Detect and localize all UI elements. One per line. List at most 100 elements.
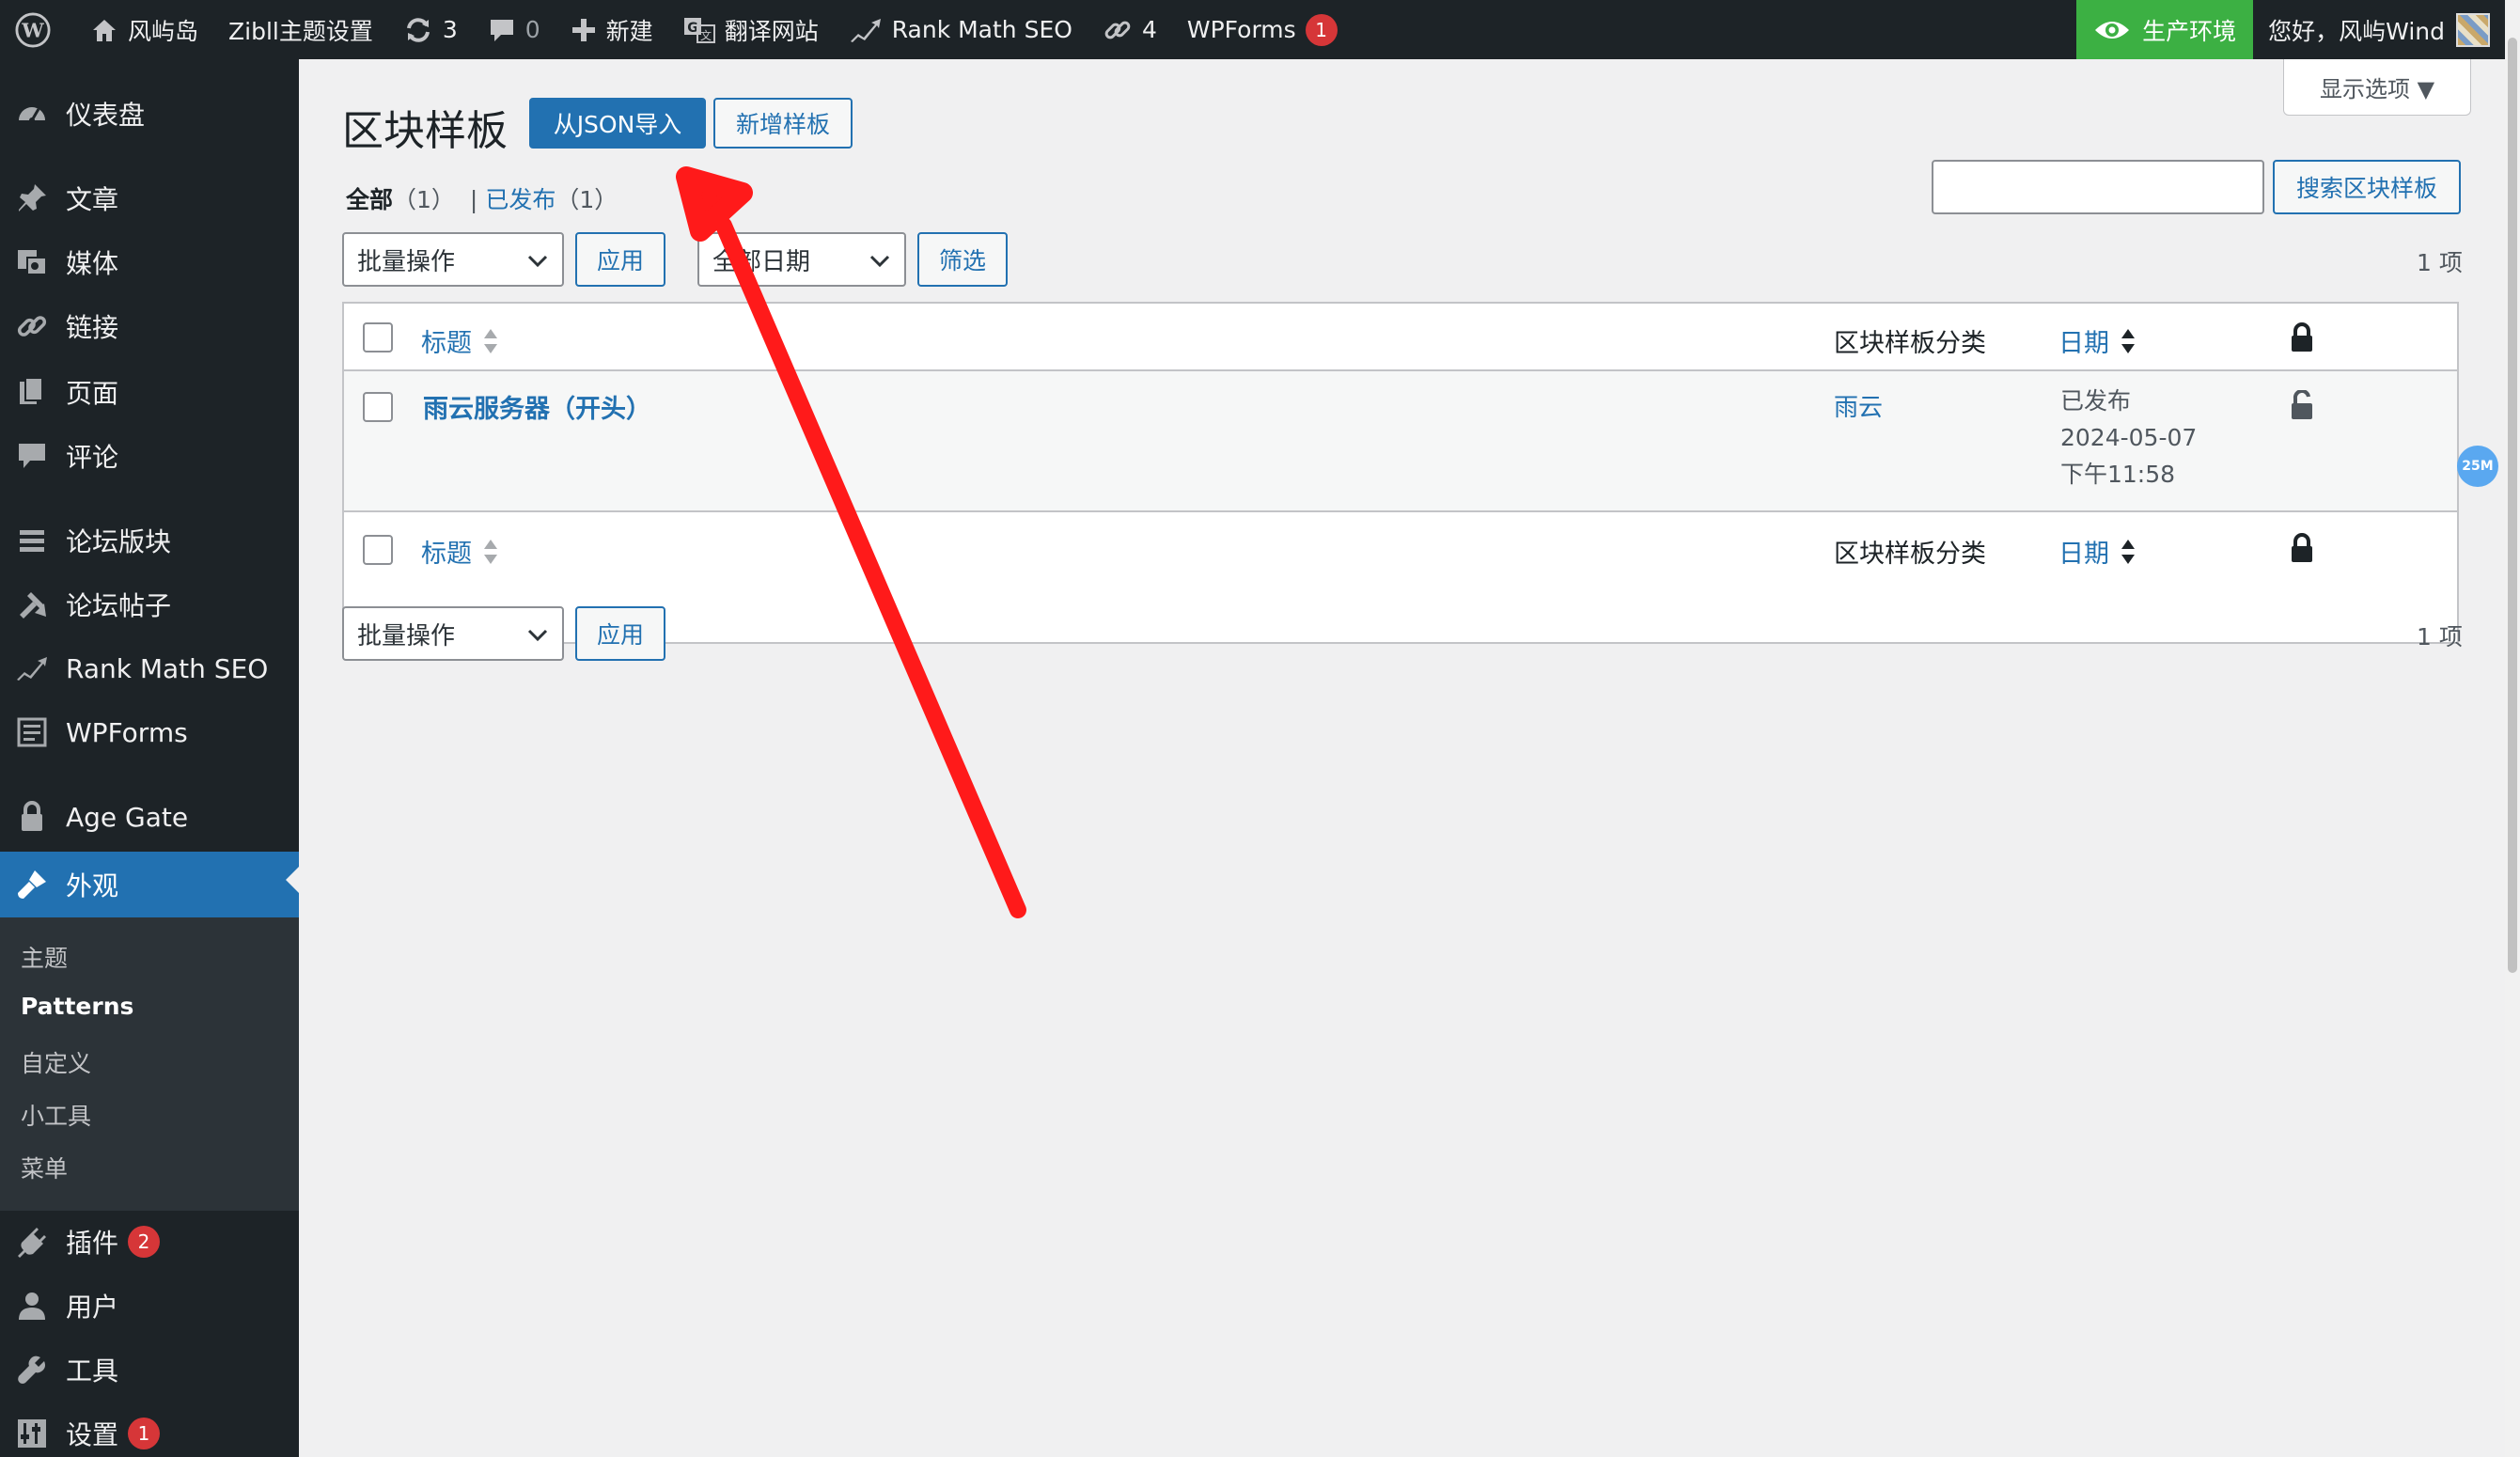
row-time: 下午11:58 xyxy=(2060,461,2176,488)
sidebar-item-appearance[interactable]: 外观 xyxy=(0,852,299,917)
translate-link[interactable]: G文 翻译网站 xyxy=(668,0,834,59)
avatar xyxy=(2456,12,2490,47)
comment-icon xyxy=(15,439,49,473)
admin-bar: W 风屿岛 Zibll主题设置 3 0 新建 G文 翻译网站 Rank Math… xyxy=(0,0,2505,59)
filter-button[interactable]: 筛选 xyxy=(917,232,1008,287)
sidebar-item-forums[interactable]: 论坛版块 xyxy=(0,512,299,569)
wpforms-link[interactable]: WPForms 1 xyxy=(1172,0,1353,59)
main-content: 显示选项 ▼ 区块样板 从JSON导入 新增样板 全部（1） | 已发布（1） 搜… xyxy=(299,59,2505,1457)
home-icon xyxy=(93,19,116,41)
sidebar-item-label: Age Gate xyxy=(66,801,189,833)
row-category-link[interactable]: 雨云 xyxy=(1834,388,1883,423)
column-date[interactable]: 日期 xyxy=(2058,322,2136,359)
search-input[interactable] xyxy=(1932,160,2264,214)
plugin-icon xyxy=(15,1225,49,1259)
patterns-table: 标题 区块样板分类 日期 雨云服务器（开头） 雨云 已发布 2024-05-07… xyxy=(342,302,2459,644)
appearance-submenu: 主题 Patterns 自定义 小工具 菜单 xyxy=(0,917,299,1211)
lock-icon xyxy=(2292,533,2312,562)
row-title-link[interactable]: 雨云服务器（开头） xyxy=(423,388,651,425)
table-footer: 标题 区块样板分类 日期 xyxy=(344,514,2457,582)
refresh-icon xyxy=(406,17,430,42)
environment-badge[interactable]: 生产环境 xyxy=(2076,0,2254,59)
submenu-themes[interactable]: 主题 xyxy=(21,940,68,974)
translate-icon: G文 xyxy=(683,17,715,43)
filter-all[interactable]: 全部 xyxy=(346,186,393,213)
column-date-footer[interactable]: 日期 xyxy=(2058,533,2136,570)
bulk-actions-value: 批量操作 xyxy=(357,621,456,650)
sidebar-item-media[interactable]: 媒体 xyxy=(0,234,299,290)
site-name-link[interactable]: 风屿岛 xyxy=(75,0,213,59)
links-link[interactable]: 4 xyxy=(1088,0,1172,59)
brush-icon xyxy=(15,868,49,901)
sidebar-item-rankmath[interactable]: Rank Math SEO xyxy=(0,640,299,697)
import-json-button[interactable]: 从JSON导入 xyxy=(529,98,706,149)
updates-link[interactable]: 3 xyxy=(388,0,473,59)
apply-button-bottom[interactable]: 应用 xyxy=(575,606,665,661)
submenu-customize[interactable]: 自定义 xyxy=(21,1045,91,1079)
sidebar-item-label: 评论 xyxy=(66,442,119,473)
pin-icon xyxy=(15,181,49,215)
links-count: 4 xyxy=(1141,16,1157,43)
sidebar-item-forum-posts[interactable]: 论坛帖子 xyxy=(0,576,299,633)
scrollbar[interactable] xyxy=(2505,0,2520,1457)
wordpress-logo[interactable]: W xyxy=(0,0,75,59)
my-account-link[interactable]: 您好，风屿Wind xyxy=(2253,0,2505,59)
sidebar-item-tools[interactable]: 工具 xyxy=(0,1341,299,1398)
sidebar-item-links[interactable]: 链接 xyxy=(0,298,299,354)
link-icon xyxy=(15,309,49,343)
search-patterns-button[interactable]: 搜索区块样板 xyxy=(2273,160,2461,214)
translate-label: 翻译网站 xyxy=(724,17,819,45)
settings-badge: 1 xyxy=(128,1418,161,1449)
filter-published[interactable]: 已发布 xyxy=(485,186,556,213)
media-icon xyxy=(15,245,49,279)
rankmath-icon xyxy=(850,18,881,42)
sidebar-item-comments[interactable]: 评论 xyxy=(0,428,299,484)
sidebar-item-age-gate[interactable]: Age Gate xyxy=(0,789,299,845)
theme-settings-link[interactable]: Zibll主题设置 xyxy=(213,0,388,59)
memory-badge[interactable]: 25M xyxy=(2457,446,2498,487)
page-icon xyxy=(15,375,49,409)
comments-link[interactable]: 0 xyxy=(473,0,556,59)
submenu-menus[interactable]: 菜单 xyxy=(21,1151,68,1184)
sidebar-item-label: 页面 xyxy=(66,378,119,409)
submenu-patterns[interactable]: Patterns xyxy=(21,993,133,1020)
chevron-down-icon xyxy=(869,255,890,268)
sidebar-item-users[interactable]: 用户 xyxy=(0,1277,299,1334)
sort-icon xyxy=(484,539,497,564)
lock-icon xyxy=(2292,322,2312,352)
table-header: 标题 区块样板分类 日期 xyxy=(344,304,2457,371)
bulk-actions-select-bottom[interactable]: 批量操作 xyxy=(342,606,564,661)
column-title-footer[interactable]: 标题 xyxy=(421,533,498,570)
screen-options-button[interactable]: 显示选项 ▼ xyxy=(2283,59,2471,116)
column-date-label: 日期 xyxy=(2058,329,2109,358)
sidebar-item-label: 工具 xyxy=(66,1355,119,1386)
row-checkbox[interactable] xyxy=(363,392,393,422)
sidebar-item-pages[interactable]: 页面 xyxy=(0,364,299,420)
column-title[interactable]: 标题 xyxy=(421,322,498,359)
date-filter-select[interactable]: 全部日期 xyxy=(697,232,906,287)
sidebar-item-posts[interactable]: 文章 xyxy=(0,170,299,227)
forum-icon xyxy=(15,524,49,557)
select-all-checkbox[interactable] xyxy=(363,322,393,352)
rankmath-label: Rank Math SEO xyxy=(891,16,1072,43)
submenu-widgets[interactable]: 小工具 xyxy=(21,1098,91,1132)
sidebar-item-plugins[interactable]: 插件 2 xyxy=(0,1214,299,1270)
row-date: 已发布 2024-05-07 下午11:58 xyxy=(2060,383,2197,493)
scrollbar-thumb[interactable] xyxy=(2508,38,2517,973)
apply-button-top[interactable]: 应用 xyxy=(575,232,665,287)
rankmath-link[interactable]: Rank Math SEO xyxy=(834,0,1088,59)
comments-count: 0 xyxy=(524,16,540,43)
sort-icon xyxy=(484,328,497,353)
chevron-down-icon xyxy=(527,255,548,268)
plugins-badge: 2 xyxy=(128,1226,161,1258)
svg-text:文: 文 xyxy=(700,28,712,42)
column-title-label: 标题 xyxy=(421,329,472,358)
sidebar-item-wpforms[interactable]: WPForms xyxy=(0,704,299,760)
add-pattern-button[interactable]: 新增样板 xyxy=(713,98,853,149)
sidebar-item-label: 仪表盘 xyxy=(66,100,146,131)
sidebar-item-settings[interactable]: 设置 1 xyxy=(0,1405,299,1457)
sidebar-item-dashboard[interactable]: 仪表盘 xyxy=(0,86,299,142)
new-content-link[interactable]: 新建 xyxy=(556,0,668,59)
select-all-checkbox-footer[interactable] xyxy=(363,535,393,565)
bulk-actions-select[interactable]: 批量操作 xyxy=(342,232,564,287)
